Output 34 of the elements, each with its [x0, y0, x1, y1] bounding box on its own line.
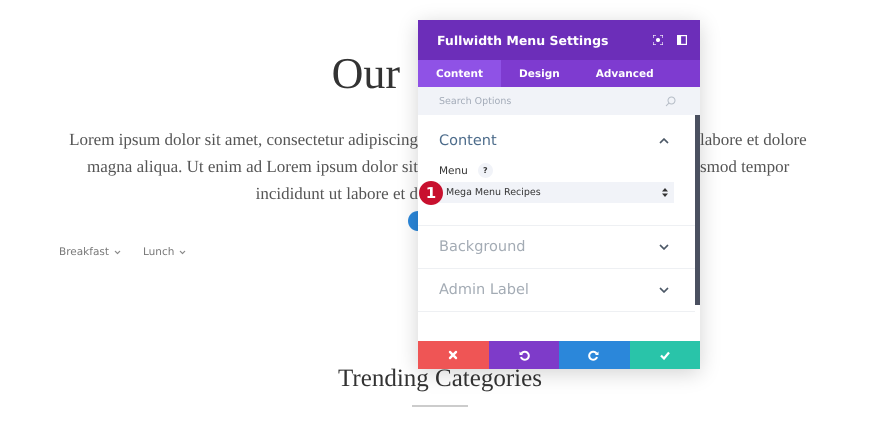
undo-button[interactable]: [488, 341, 559, 369]
intro-text: magna aliqua. Ut enim ad Lorem ipsum dolor sit: [87, 157, 418, 176]
chevron-down-icon[interactable]: [659, 287, 669, 293]
tab[interactable]: Design: [501, 60, 578, 87]
sort-arrows-icon: [662, 188, 668, 197]
menu-item[interactable]: Breakfast: [59, 246, 121, 258]
field-label: Menu: [439, 164, 468, 176]
redo-button[interactable]: [559, 341, 630, 369]
help-button[interactable]: ?: [478, 163, 493, 178]
tab[interactable]: Content: [418, 60, 502, 87]
search-field[interactable]: Search Options: [418, 87, 700, 115]
chevron-up-icon[interactable]: [659, 138, 669, 144]
chevron-down-icon[interactable]: [179, 250, 186, 254]
cancel-button[interactable]: [418, 341, 488, 369]
menu-item[interactable]: Lunch: [142, 246, 186, 258]
close-icon: [447, 349, 460, 361]
page-title: Our: [332, 48, 400, 100]
chevron-down-icon[interactable]: [659, 244, 669, 250]
section-heading[interactable]: Content: [439, 133, 497, 149]
undo-icon: [518, 349, 530, 361]
sidebar-icon[interactable]: [677, 35, 687, 45]
intro-text: incididunt ut labore et d: [256, 184, 418, 203]
add-button-icon[interactable]: [408, 211, 418, 231]
modal-title: Fullwidth Menu Settings: [437, 32, 610, 48]
intro-text: smod tempor: [700, 157, 790, 176]
intro-text: Lorem ipsum dolor sit amet, consectetur adipiscing: [69, 130, 418, 149]
chevron-down-icon[interactable]: [114, 250, 121, 254]
menu-select[interactable]: Mega Menu Recipes: [439, 182, 674, 203]
tab[interactable]: Advanced: [578, 60, 672, 87]
section-title: Trending Categories: [338, 365, 542, 392]
redo-icon: [588, 349, 600, 361]
check-icon: [658, 349, 671, 361]
intro-text: labore et dolore: [700, 130, 807, 149]
focus-icon[interactable]: [653, 35, 663, 45]
